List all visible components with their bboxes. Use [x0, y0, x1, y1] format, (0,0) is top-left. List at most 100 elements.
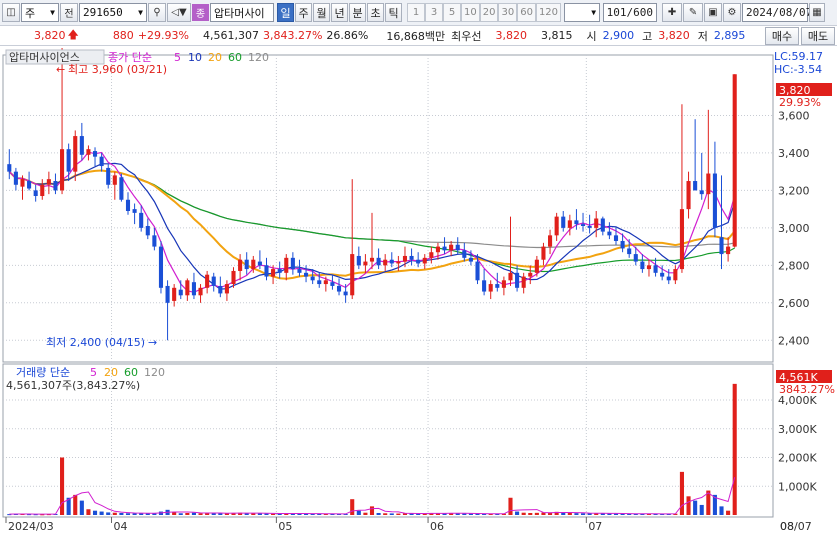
best-bid-value: 3,815	[540, 29, 573, 42]
period-tab-4[interactable]: 분	[349, 3, 366, 22]
candle-body	[40, 184, 45, 197]
candle-body	[389, 259, 394, 264]
interval-dropdown[interactable]: ▼	[564, 3, 601, 22]
candle-body	[594, 218, 599, 228]
interval-tab-20[interactable]: 20	[479, 3, 499, 22]
interval-tab-60[interactable]: 60	[517, 3, 536, 22]
volume-bar	[106, 512, 111, 515]
interval-tab-120[interactable]: 120	[535, 3, 562, 22]
price-tick-label: 3,400	[778, 147, 810, 160]
candle-body	[7, 164, 12, 172]
vol-ma-legend-20: 20	[104, 366, 118, 379]
candle-body	[528, 272, 533, 277]
candle-body	[541, 246, 546, 260]
stock-chart[interactable]: 2,400 2,600 2,800 3,000 3,200 3,400 3,600 1,000…	[0, 47, 837, 541]
candle-body	[257, 261, 262, 266]
volume-bar	[574, 513, 579, 515]
period-tab-1[interactable]: 주	[295, 3, 312, 22]
volume-bar	[264, 513, 269, 515]
candle-body	[244, 259, 249, 270]
volume-bar	[198, 513, 203, 515]
candle-body	[679, 209, 684, 270]
best-quote-label: 최우선	[451, 29, 482, 43]
volume-bar	[112, 512, 117, 515]
volume-info: 4,561,307주(3,843.27%)	[6, 379, 140, 392]
candle-body	[548, 235, 553, 247]
volume-bar	[99, 511, 104, 515]
volume-bar	[79, 500, 84, 515]
candle-body	[132, 209, 137, 213]
hc-label: HC:-3.54	[774, 63, 822, 76]
vol-ma-legend-60: 60	[124, 366, 138, 379]
layout-icon[interactable]: ◫	[2, 3, 20, 22]
chevron-down-icon: ▼	[591, 8, 597, 17]
volume-bar	[528, 512, 533, 515]
buy-button[interactable]: 매수	[765, 26, 799, 45]
chart-toolbar: ◫ 주 ▼ 전 291650 ▼ ⚲ ◁▼ 종 압타머사이 일주월년분초틱 13…	[0, 0, 837, 26]
candle-body	[686, 181, 691, 210]
volume-bar	[92, 510, 98, 515]
stock-code-value: 291650	[83, 6, 123, 19]
volume-bar	[686, 496, 691, 515]
candle-body	[580, 224, 586, 226]
crosshair-icon[interactable]: ✚	[662, 3, 683, 22]
save-icon[interactable]: ▣	[704, 3, 723, 22]
candle-body	[653, 265, 658, 273]
ma-legend-20: 20	[208, 51, 222, 64]
candle-body	[112, 175, 117, 185]
chart-canvas[interactable]: 2,400 2,600 2,800 3,000 3,200 3,400 3,600 1,000…	[0, 47, 837, 541]
date-field[interactable]: 2024/08/07	[742, 3, 812, 22]
open-label: 시	[586, 29, 597, 43]
calendar-icon[interactable]: ▦	[809, 3, 826, 22]
market-prefix-button[interactable]: 전	[60, 3, 78, 22]
sell-button[interactable]: 매도	[801, 26, 835, 45]
low-value: 2,895	[713, 29, 746, 42]
candle-body	[429, 252, 434, 258]
candle-body	[198, 287, 203, 296]
candle-body	[515, 272, 520, 288]
sound-icon[interactable]: ◁▼	[167, 3, 191, 22]
period-tab-6[interactable]: 틱	[385, 3, 402, 22]
period-tab-3[interactable]: 년	[331, 3, 348, 22]
volume-bar	[356, 510, 361, 515]
interval-tab-10[interactable]: 10	[461, 3, 480, 22]
stock-name-field[interactable]: 압타머사이	[210, 3, 274, 22]
stock-code-input[interactable]: 291650 ▼	[79, 3, 147, 22]
volume-tag-pct: 3843.27%	[779, 383, 835, 396]
volume-bar	[726, 510, 731, 515]
period-tab-5[interactable]: 초	[367, 3, 384, 22]
candle-body	[86, 149, 91, 155]
search-icon[interactable]: ⚲	[148, 3, 166, 22]
gear-icon[interactable]: ⚙	[723, 3, 742, 22]
period-tab-0[interactable]: 일	[277, 3, 294, 22]
volume-bar	[732, 383, 737, 515]
interval-tab-5[interactable]: 5	[443, 3, 461, 22]
candle-body	[304, 272, 309, 277]
candle-body	[20, 179, 25, 187]
candle-body	[673, 269, 678, 281]
candle-body	[488, 284, 493, 292]
candle-body	[323, 280, 328, 285]
tools-icon[interactable]: ✎	[683, 3, 704, 22]
count-field[interactable]: 101/600	[603, 3, 658, 22]
x-tick-label: 08/07	[780, 520, 812, 533]
volume-bar	[376, 512, 381, 515]
candle-body	[613, 235, 619, 241]
volume-bar	[125, 513, 131, 515]
change-value: 880	[112, 29, 134, 42]
market-select[interactable]: 주 ▼	[21, 3, 59, 22]
candle-body	[660, 272, 665, 277]
candle-body	[435, 246, 440, 253]
candle-body	[343, 291, 348, 296]
interval-tab-3[interactable]: 3	[425, 3, 443, 22]
interval-tab-30[interactable]: 30	[498, 3, 518, 22]
candle-body	[475, 261, 480, 281]
interval-tab-1[interactable]: 1	[407, 3, 425, 22]
volume-bar	[119, 512, 124, 515]
lc-label: LC:59.17	[774, 50, 823, 63]
period-tab-2[interactable]: 월	[313, 3, 330, 22]
volume-tick-label: 1,000K	[778, 480, 817, 493]
candle-body	[402, 255, 408, 262]
candle-body	[442, 246, 447, 251]
candle-body	[620, 240, 625, 249]
